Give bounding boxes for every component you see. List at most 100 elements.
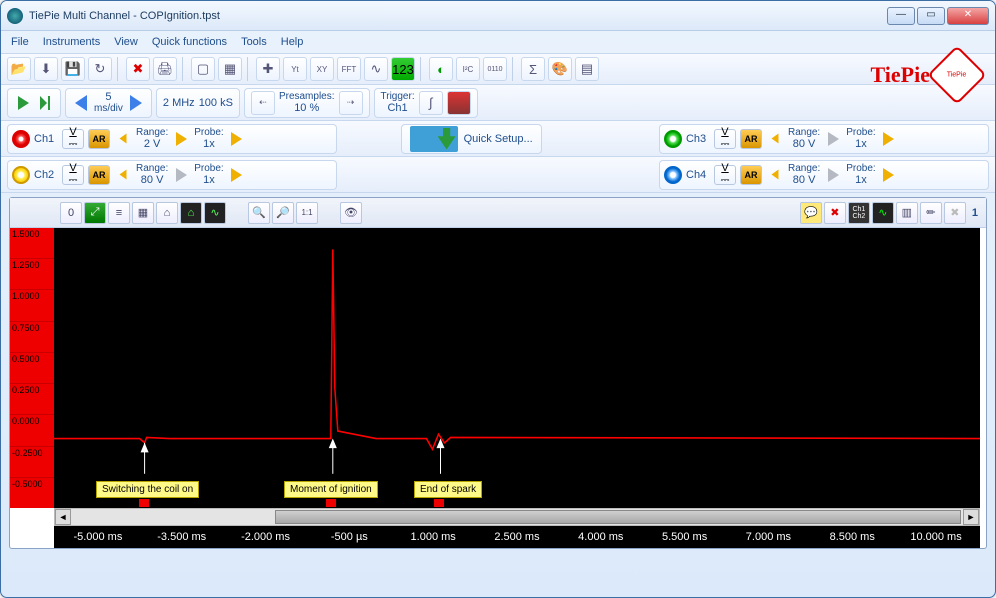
record-length[interactable]: 100 kS	[199, 97, 233, 109]
scroll-thumb[interactable]	[275, 510, 961, 524]
channel-3-range-inc[interactable]	[824, 128, 842, 150]
edit-button[interactable]: ▥	[896, 202, 918, 224]
channel-3-coupling-button[interactable]: V⎓	[714, 129, 736, 149]
play-button[interactable]	[14, 92, 32, 114]
channel-4-range-dec[interactable]	[766, 164, 784, 186]
presamples-dec-button[interactable]: ⇠	[251, 91, 275, 115]
trigger-mode-button[interactable]	[447, 91, 471, 115]
channel-4-probe-btn[interactable]	[880, 164, 898, 186]
timebase-dec-button[interactable]	[72, 92, 90, 114]
zoom-11-button[interactable]: 1:1	[296, 202, 318, 224]
flag-1[interactable]	[139, 499, 149, 507]
channel-3-name[interactable]: Ch3	[686, 133, 710, 145]
measure-button[interactable]: ∿	[872, 202, 894, 224]
menu-tools[interactable]: Tools	[241, 36, 267, 48]
channel-3-autorange-button[interactable]: AR	[740, 129, 762, 149]
channel-1-autorange-button[interactable]: AR	[88, 129, 110, 149]
xy-button[interactable]: XY	[310, 57, 334, 81]
minimize-button[interactable]: —	[887, 7, 915, 25]
menu-help[interactable]: Help	[281, 36, 304, 48]
menu-file[interactable]: File	[11, 36, 29, 48]
serial-button[interactable]: 0110	[483, 57, 507, 81]
graph-tb-env2[interactable]: ⌂	[180, 202, 202, 224]
x-scrollbar[interactable]: ◄ ►	[54, 508, 980, 526]
save-button[interactable]: 💾	[61, 57, 85, 81]
delete-button[interactable]: ✖	[126, 57, 150, 81]
channel-1-probe-btn[interactable]	[228, 128, 246, 150]
comment-button[interactable]: 💬	[800, 202, 822, 224]
graph-tb-env3[interactable]: ∿	[204, 202, 226, 224]
trigger-edge-button[interactable]: ∫	[419, 91, 443, 115]
zoom-in-button[interactable]: 🔍	[248, 202, 270, 224]
channel-3-indicator-icon[interactable]	[664, 130, 682, 148]
flag-3[interactable]	[434, 499, 444, 507]
gauge-button[interactable]: ◐	[429, 57, 453, 81]
graphs-button[interactable]: ▦	[218, 57, 242, 81]
open-button[interactable]: 📂	[7, 57, 31, 81]
channel-1-name[interactable]: Ch1	[34, 133, 58, 145]
channel-1-range-dec[interactable]	[114, 128, 132, 150]
graph-tb-settings[interactable]: ≡	[108, 202, 130, 224]
graph-tb-autofit[interactable]: ⤢	[84, 202, 106, 224]
scroll-right-button[interactable]: ►	[963, 509, 979, 525]
channel-1-indicator-icon[interactable]	[12, 130, 30, 148]
scroll-left-button[interactable]: ◄	[55, 509, 71, 525]
i2c-button[interactable]: I²C	[456, 57, 480, 81]
channel-2-coupling-button[interactable]: V⎓	[62, 165, 84, 185]
annotation-1[interactable]: Switching the coil on	[96, 481, 199, 498]
y-axis[interactable]: 1.5000 1.2500 1.0000 0.7500 0.5000 0.250…	[10, 228, 54, 508]
channel-2-range-dec[interactable]	[114, 164, 132, 186]
graph-tb-grid[interactable]: ▦	[132, 202, 154, 224]
channel-1-range-inc[interactable]	[172, 128, 190, 150]
sum-button[interactable]: Σ	[521, 57, 545, 81]
cancel-button[interactable]: ✖	[944, 202, 966, 224]
math-button[interactable]: ∿	[364, 57, 388, 81]
clear-button[interactable]: ✏	[920, 202, 942, 224]
reload-button[interactable]: ↻	[88, 57, 112, 81]
channel-4-autorange-button[interactable]: AR	[740, 165, 762, 185]
channel-2-probe-btn[interactable]	[228, 164, 246, 186]
channel-3-range-dec[interactable]	[766, 128, 784, 150]
timebase-inc-button[interactable]	[127, 92, 145, 114]
menu-view[interactable]: View	[114, 36, 138, 48]
color-button[interactable]: 🎨	[548, 57, 572, 81]
channel-2-range-inc[interactable]	[172, 164, 190, 186]
annotation-2[interactable]: Moment of ignition	[284, 481, 378, 498]
close-button[interactable]	[947, 7, 989, 25]
channel-2-name[interactable]: Ch2	[34, 169, 58, 181]
play-once-button[interactable]	[36, 92, 54, 114]
channel-4-coupling-button[interactable]: V⎓	[714, 165, 736, 185]
channels-toggle[interactable]: Ch1Ch2	[848, 202, 870, 224]
timebase-readout[interactable]: 5ms/div	[94, 91, 123, 114]
trigger-readout[interactable]: Trigger: Ch1	[381, 91, 415, 114]
yt-button[interactable]: Yt	[283, 57, 307, 81]
meter-button[interactable]: 123	[391, 57, 415, 81]
channel-2-autorange-button[interactable]: AR	[88, 165, 110, 185]
menu-instruments[interactable]: Instruments	[43, 36, 100, 48]
maximize-button[interactable]: ▭	[917, 7, 945, 25]
open-setup-button[interactable]: ⬇	[34, 57, 58, 81]
config-button[interactable]: ▤	[575, 57, 599, 81]
cursor-button[interactable]: ✚	[256, 57, 280, 81]
fft-button[interactable]: FFT	[337, 57, 361, 81]
channel-2-indicator-icon[interactable]	[12, 166, 30, 184]
presamples-inc-button[interactable]: ⇢	[339, 91, 363, 115]
graph-tb-0[interactable]: 0	[60, 202, 82, 224]
graph-canvas[interactable]: Switching the coil on Moment of ignition…	[54, 228, 980, 508]
channel-3-probe-btn[interactable]	[880, 128, 898, 150]
sample-rate[interactable]: 2 MHz	[163, 97, 195, 109]
menu-quickfunctions[interactable]: Quick functions	[152, 36, 227, 48]
annotation-3[interactable]: End of spark	[414, 481, 482, 498]
channel-4-name[interactable]: Ch4	[686, 169, 710, 181]
graph-tb-env1[interactable]: ⌂	[156, 202, 178, 224]
channel-1-coupling-button[interactable]: V⎓	[62, 129, 84, 149]
delete-button2[interactable]: ✖	[824, 202, 846, 224]
channel-4-indicator-icon[interactable]	[664, 166, 682, 184]
print-button[interactable]: 🖨	[153, 57, 177, 81]
quick-setup-button[interactable]: Quick Setup...	[401, 124, 542, 154]
zoom-out-button[interactable]: 🔎	[272, 202, 294, 224]
graph-button[interactable]: ▢	[191, 57, 215, 81]
flag-2[interactable]	[326, 499, 336, 507]
visibility-button[interactable]: 👁	[340, 202, 362, 224]
channel-4-range-inc[interactable]	[824, 164, 842, 186]
